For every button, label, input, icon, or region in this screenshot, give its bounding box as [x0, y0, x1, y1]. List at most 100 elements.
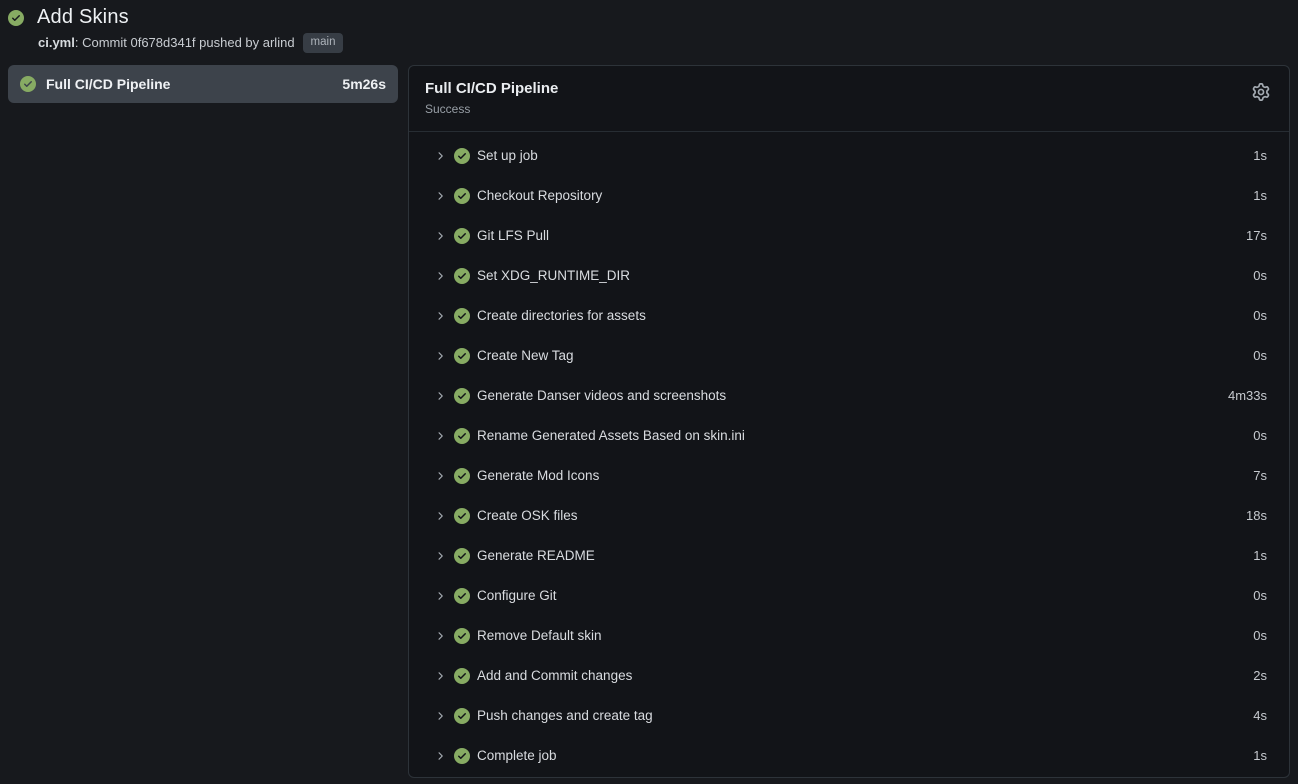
- chevron-right-icon[interactable]: [434, 190, 446, 202]
- chevron-right-icon[interactable]: [434, 550, 446, 562]
- step-name: Complete job: [477, 748, 557, 763]
- step-status-success-icon: [454, 388, 470, 404]
- chevron-right-icon[interactable]: [434, 230, 446, 242]
- step-row[interactable]: Set XDG_RUNTIME_DIR 0s: [409, 256, 1289, 296]
- step-row[interactable]: Push changes and create tag 4s: [409, 696, 1289, 736]
- chevron-right-icon[interactable]: [434, 430, 446, 442]
- job-name: Full CI/CD Pipeline: [46, 76, 170, 92]
- step-row[interactable]: Generate Danser videos and screenshots 4…: [409, 376, 1289, 416]
- step-name: Configure Git: [477, 588, 557, 603]
- step-name: Create directories for assets: [477, 308, 646, 323]
- step-duration: 4s: [1253, 708, 1267, 723]
- step-status-success-icon: [454, 628, 470, 644]
- chevron-right-icon[interactable]: [434, 470, 446, 482]
- run-subtitle: ci.yml: Commit 0f678d341f pushed by arli…: [38, 33, 1290, 53]
- step-row[interactable]: Rename Generated Assets Based on skin.in…: [409, 416, 1289, 456]
- step-name: Push changes and create tag: [477, 708, 653, 723]
- step-name: Rename Generated Assets Based on skin.in…: [477, 428, 745, 443]
- step-name: Set XDG_RUNTIME_DIR: [477, 268, 630, 283]
- step-name: Generate Danser videos and screenshots: [477, 388, 726, 403]
- step-name: Generate Mod Icons: [477, 468, 599, 483]
- chevron-right-icon[interactable]: [434, 710, 446, 722]
- chevron-right-icon[interactable]: [434, 630, 446, 642]
- step-status-success-icon: [454, 668, 470, 684]
- sidebar-job-item[interactable]: Full CI/CD Pipeline 5m26s: [8, 65, 398, 103]
- branch-badge[interactable]: main: [303, 33, 344, 53]
- step-row[interactable]: Create directories for assets 0s: [409, 296, 1289, 336]
- step-duration: 0s: [1253, 628, 1267, 643]
- job-duration: 5m26s: [342, 76, 386, 92]
- step-row[interactable]: Complete job 1s: [409, 736, 1289, 776]
- step-name: Create New Tag: [477, 348, 574, 363]
- step-name: Remove Default skin: [477, 628, 602, 643]
- step-status-success-icon: [454, 468, 470, 484]
- commit-info: : Commit 0f678d341f pushed by arlind: [75, 35, 295, 50]
- step-name: Git LFS Pull: [477, 228, 549, 243]
- step-status-success-icon: [454, 348, 470, 364]
- chevron-right-icon[interactable]: [434, 150, 446, 162]
- step-name: Create OSK files: [477, 508, 578, 523]
- job-detail-panel: Full CI/CD Pipeline Success Set up job 1…: [408, 65, 1290, 778]
- run-title: Add Skins: [37, 6, 129, 29]
- step-duration: 17s: [1246, 228, 1267, 243]
- step-row[interactable]: Set up job 1s: [409, 136, 1289, 176]
- step-duration: 1s: [1253, 548, 1267, 563]
- step-status-success-icon: [454, 188, 470, 204]
- step-row[interactable]: Generate Mod Icons 7s: [409, 456, 1289, 496]
- step-status-success-icon: [454, 748, 470, 764]
- step-name: Checkout Repository: [477, 188, 602, 203]
- step-duration: 0s: [1253, 588, 1267, 603]
- step-duration: 1s: [1253, 148, 1267, 163]
- step-duration: 0s: [1253, 308, 1267, 323]
- step-duration: 1s: [1253, 748, 1267, 763]
- step-row[interactable]: Checkout Repository 1s: [409, 176, 1289, 216]
- chevron-right-icon[interactable]: [434, 510, 446, 522]
- step-row[interactable]: Add and Commit changes 2s: [409, 656, 1289, 696]
- step-duration: 0s: [1253, 348, 1267, 363]
- step-row[interactable]: Generate README 1s: [409, 536, 1289, 576]
- gear-icon[interactable]: [1252, 83, 1270, 101]
- step-duration: 4m33s: [1228, 388, 1267, 403]
- step-status-success-icon: [454, 708, 470, 724]
- job-status-success-icon: [20, 76, 36, 92]
- chevron-right-icon[interactable]: [434, 390, 446, 402]
- step-row[interactable]: Create OSK files 18s: [409, 496, 1289, 536]
- chevron-right-icon[interactable]: [434, 590, 446, 602]
- step-duration: 7s: [1253, 468, 1267, 483]
- step-duration: 0s: [1253, 268, 1267, 283]
- step-status-success-icon: [454, 428, 470, 444]
- chevron-right-icon[interactable]: [434, 270, 446, 282]
- step-row[interactable]: Configure Git 0s: [409, 576, 1289, 616]
- step-status-success-icon: [454, 508, 470, 524]
- step-status-success-icon: [454, 548, 470, 564]
- step-status-success-icon: [454, 588, 470, 604]
- step-duration: 2s: [1253, 668, 1267, 683]
- step-status-success-icon: [454, 228, 470, 244]
- job-status: Success: [425, 102, 1273, 116]
- jobs-sidebar: Full CI/CD Pipeline 5m26s: [8, 65, 398, 103]
- chevron-right-icon[interactable]: [434, 750, 446, 762]
- jobs-list: Full CI/CD Pipeline 5m26s: [8, 65, 398, 103]
- job-title: Full CI/CD Pipeline: [425, 79, 1273, 98]
- run-layout: Full CI/CD Pipeline 5m26s Full CI/CD Pip…: [0, 65, 1298, 778]
- step-status-success-icon: [454, 148, 470, 164]
- run-header: Add Skins ci.yml: Commit 0f678d341f push…: [0, 0, 1298, 53]
- step-duration: 0s: [1253, 428, 1267, 443]
- step-duration: 18s: [1246, 508, 1267, 523]
- chevron-right-icon[interactable]: [434, 350, 446, 362]
- chevron-right-icon[interactable]: [434, 310, 446, 322]
- step-row[interactable]: Create New Tag 0s: [409, 336, 1289, 376]
- steps-list: Set up job 1s Checkout Repository 1s Git…: [409, 132, 1289, 778]
- job-panel-header: Full CI/CD Pipeline Success: [409, 66, 1289, 132]
- chevron-right-icon[interactable]: [434, 670, 446, 682]
- step-name: Generate README: [477, 548, 595, 563]
- step-row[interactable]: Remove Default skin 0s: [409, 616, 1289, 656]
- step-duration: 1s: [1253, 188, 1267, 203]
- step-status-success-icon: [454, 268, 470, 284]
- workflow-file-name: ci.yml: [38, 35, 75, 50]
- step-row[interactable]: Git LFS Pull 17s: [409, 216, 1289, 256]
- run-status-success-icon: [8, 10, 26, 28]
- step-name: Set up job: [477, 148, 538, 163]
- step-status-success-icon: [454, 308, 470, 324]
- step-name: Add and Commit changes: [477, 668, 632, 683]
